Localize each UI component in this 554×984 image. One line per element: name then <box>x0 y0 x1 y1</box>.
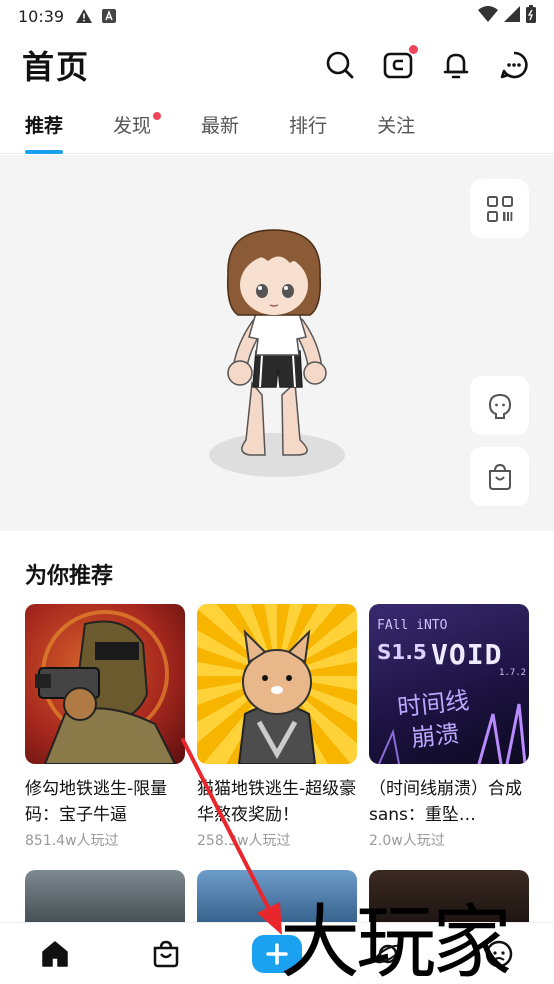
tab-latest[interactable]: 最新 <box>201 104 239 148</box>
avatar-character <box>209 229 345 477</box>
messages-button[interactable] <box>496 47 532 83</box>
game-card[interactable]: 猫猫地铁逃生-超级豪华熬夜奖励！ 258.3w人玩过 <box>197 604 357 850</box>
bell-icon <box>443 53 469 79</box>
tab-discover[interactable]: 发现 <box>113 104 162 148</box>
game-card[interactable]: 修勾地铁逃生-限量码：宝子牛逼 851.4w人玩过 <box>25 604 185 850</box>
chat-bubble-icon <box>500 51 528 79</box>
battery-icon <box>526 5 536 27</box>
wifi-icon <box>478 6 498 26</box>
cover-cat-soldier <box>237 629 317 764</box>
game-play-count: 2.0w人玩过 <box>369 833 445 849</box>
wallet-button[interactable] <box>380 45 418 83</box>
tab-label: 排行 <box>289 115 328 137</box>
game-title: 修勾地铁逃生-限量码：宝子牛逼 <box>25 779 168 825</box>
wallet-badge <box>409 45 418 54</box>
game-list: 修勾地铁逃生-限量码：宝子牛逼 851.4w人玩过 猫猫地铁逃生-超级豪华熬夜奖… <box>25 604 529 850</box>
cover-void-decor <box>378 703 527 764</box>
game-cover <box>25 604 185 764</box>
watermark: 大玩家 <box>280 896 512 984</box>
game-card[interactable]: FAll iNTO S1.5 VOID 1.7.2 时间线 崩溃 （时间线崩溃）… <box>369 604 529 850</box>
tab-recommend[interactable]: 推荐 <box>25 104 64 154</box>
header: 首页 <box>0 40 554 90</box>
tab-label: 最新 <box>201 115 240 137</box>
cellular-icon <box>504 6 520 26</box>
game-title: （时间线崩溃）合成sans：重坠… <box>369 779 522 825</box>
tab-following[interactable]: 关注 <box>377 104 415 148</box>
tab-label: 发现 <box>113 115 152 137</box>
notification-app-icon <box>102 9 117 23</box>
status-bar: 10:39 <box>0 0 554 32</box>
game-cover: FAll iNTO S1.5 VOID 1.7.2 时间线 崩溃 <box>369 604 529 764</box>
status-time: 10:39 <box>18 6 65 26</box>
game-title: 猫猫地铁逃生-超级豪华熬夜奖励！ <box>197 779 357 825</box>
warning-icon <box>76 9 93 23</box>
notifications-button[interactable] <box>438 47 474 83</box>
tab-bar: 推荐 发现 最新 排行 关注 <box>0 104 554 154</box>
search-button[interactable] <box>322 47 358 83</box>
search-icon <box>326 51 354 79</box>
home-icon <box>42 940 69 967</box>
cover-soldier-dog <box>35 610 177 764</box>
game-cover <box>197 604 357 764</box>
tab-label: 关注 <box>377 115 416 137</box>
shopping-bag-icon <box>153 940 179 967</box>
section-title-recommend: 为你推荐 <box>25 564 114 589</box>
page-title: 首页 <box>22 48 91 86</box>
wallet-icon <box>383 52 413 79</box>
nav-shop[interactable] <box>136 929 196 979</box>
avatar-area <box>0 155 554 531</box>
game-play-count: 258.3w人玩过 <box>197 833 291 849</box>
tab-label: 推荐 <box>25 115 64 137</box>
game-play-count: 851.4w人玩过 <box>25 833 119 849</box>
tab-ranking[interactable]: 排行 <box>289 104 327 148</box>
nav-home[interactable] <box>25 929 85 979</box>
game-cover[interactable] <box>25 870 185 930</box>
discover-badge <box>153 112 162 120</box>
